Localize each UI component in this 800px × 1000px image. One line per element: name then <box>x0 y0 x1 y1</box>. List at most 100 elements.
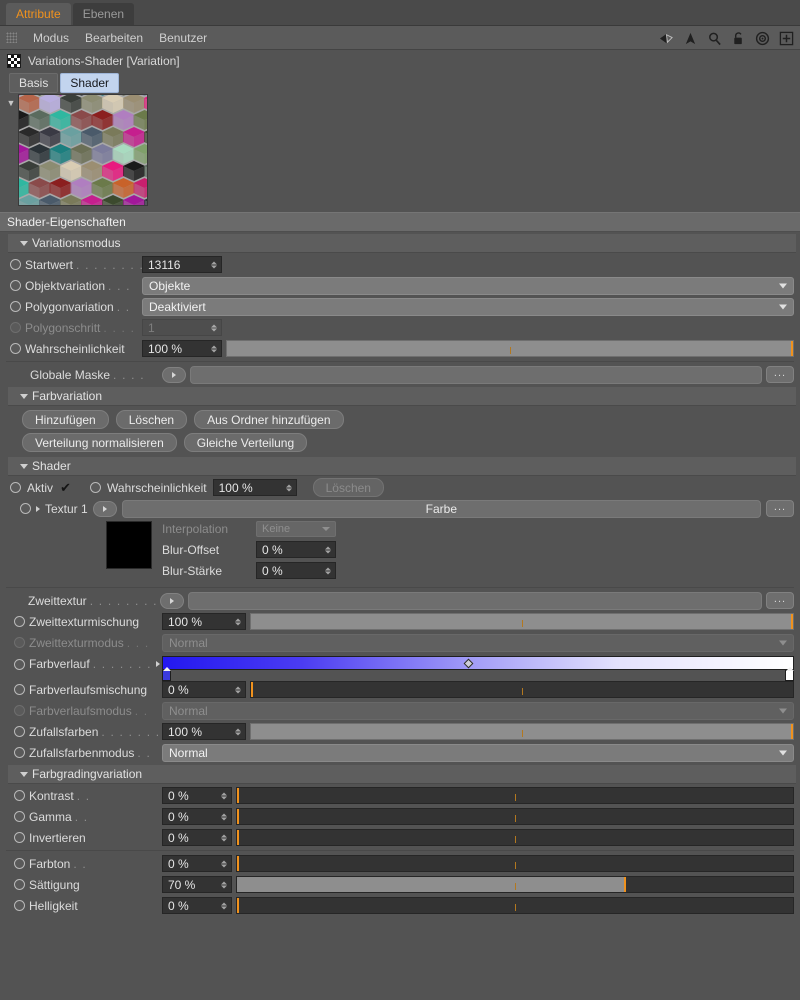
zweittextur-browse-button[interactable]: ... <box>766 592 794 609</box>
gradient-knot-end[interactable] <box>785 670 794 681</box>
grip-icon[interactable] <box>6 32 17 43</box>
objektvariation-anim-dot[interactable] <box>10 280 21 291</box>
globale-maske-browse-button[interactable]: ... <box>766 366 794 383</box>
startwert-anim-dot[interactable] <box>10 259 21 270</box>
row-blur-staerke: Blur-Stärke 0 % <box>162 562 336 579</box>
forward-arrow-icon[interactable] <box>683 31 698 46</box>
textur-field[interactable]: Farbe <box>122 500 761 518</box>
zweittexturmischung-anim-dot[interactable] <box>14 616 25 627</box>
loeschen-button[interactable]: Löschen <box>116 410 187 429</box>
back-arrow-icon[interactable] <box>659 31 674 46</box>
shader-wahrscheinlichkeit-input[interactable]: 100 % <box>213 479 297 496</box>
farbverlauf-expand-arrow-icon[interactable] <box>156 661 160 667</box>
polygonvariation-select[interactable]: Deaktiviert <box>142 298 794 316</box>
grading-value-input[interactable]: 0 % <box>162 855 232 872</box>
row-grading-gamma: Gamma. .0 % <box>0 806 800 827</box>
aus-ordner-hinzufuegen-button[interactable]: Aus Ordner hinzufügen <box>194 410 343 429</box>
row-aktiv: Aktiv ✔ Wahrscheinlichkeit 100 % Löschen <box>0 477 800 498</box>
row-polygonschritt: Polygonschritt. . . . 1 <box>0 317 800 338</box>
zufallsfarben-slider[interactable] <box>250 723 794 740</box>
farbverlaufsmischung-slider[interactable] <box>250 681 794 698</box>
farbvariation-button-row-1: Hinzufügen Löschen Aus Ordner hinzufügen <box>0 407 800 429</box>
tab-shader[interactable]: Shader <box>60 73 119 93</box>
group-shader[interactable]: Shader <box>8 457 796 476</box>
startwert-input[interactable]: 13116 <box>142 256 222 273</box>
gleiche-verteilung-button[interactable]: Gleiche Verteilung <box>184 433 307 452</box>
group-farbvariation[interactable]: Farbvariation <box>8 387 796 406</box>
textur-arrow-button[interactable] <box>93 501 117 517</box>
wahrscheinlichkeit-slider[interactable] <box>226 340 794 357</box>
plus-icon[interactable] <box>779 31 794 46</box>
tab-basis[interactable]: Basis <box>9 73 58 93</box>
lock-icon[interactable] <box>731 31 746 46</box>
grading-value-input[interactable]: 0 % <box>162 897 232 914</box>
zweittextur-arrow-button[interactable] <box>160 593 184 609</box>
textur-expand-arrow-icon[interactable] <box>36 506 40 512</box>
farbverlaufsmischung-anim-dot[interactable] <box>14 684 25 695</box>
group-label: Farbvariation <box>32 389 102 403</box>
grading-anim-dot[interactable] <box>14 879 25 890</box>
globale-maske-arrow-button[interactable] <box>162 367 186 383</box>
grading-slider[interactable] <box>236 897 794 914</box>
menu-item-benutzer[interactable]: Benutzer <box>151 31 215 45</box>
gradient-interpolation-marker[interactable] <box>464 659 474 669</box>
shader-wahrscheinlichkeit-label: Wahrscheinlichkeit <box>107 481 207 495</box>
textur-browse-button[interactable]: ... <box>766 500 794 517</box>
preview-collapse-arrow-icon[interactable]: ▼ <box>4 94 18 212</box>
zufallsfarben-anim-dot[interactable] <box>14 726 25 737</box>
verteilung-normalisieren-button[interactable]: Verteilung normalisieren <box>22 433 177 452</box>
grading-slider[interactable] <box>236 787 794 804</box>
grading-anim-dot[interactable] <box>14 811 25 822</box>
tab-attribute[interactable]: Attribute <box>6 3 71 25</box>
texture-color-swatch[interactable] <box>106 521 152 569</box>
zweittextur-field[interactable] <box>188 592 762 610</box>
grading-slider[interactable] <box>236 855 794 872</box>
farbverlauf-gradient[interactable] <box>162 656 794 677</box>
zufallsfarbenmodus-select[interactable]: Normal <box>162 744 794 762</box>
grading-slider[interactable] <box>236 829 794 846</box>
farbverlaufsmischung-input[interactable]: 0 % <box>162 681 246 698</box>
grading-value-input[interactable]: 0 % <box>162 808 232 825</box>
grading-anim-dot[interactable] <box>14 790 25 801</box>
gradient-knot-start[interactable] <box>162 670 171 681</box>
search-icon[interactable] <box>707 31 722 46</box>
group-variationsmodus[interactable]: Variationsmodus <box>8 234 796 253</box>
zufallsfarben-input[interactable]: 100 % <box>162 723 246 740</box>
hinzufuegen-button[interactable]: Hinzufügen <box>22 410 109 429</box>
sub-tab-strip: Basis Shader <box>0 72 800 94</box>
shader-preview[interactable] <box>18 94 148 206</box>
grading-value-input[interactable]: 70 % <box>162 876 232 893</box>
polygonvariation-anim-dot[interactable] <box>10 301 21 312</box>
wahrscheinlichkeit-stepper[interactable] <box>211 345 217 352</box>
grading-slider[interactable] <box>236 876 794 893</box>
aktiv-checkbox[interactable]: ✔ <box>59 481 72 494</box>
grading-anim-dot[interactable] <box>14 858 25 869</box>
grading-value-input[interactable]: 0 % <box>162 829 232 846</box>
zufallsfarbenmodus-anim-dot[interactable] <box>14 747 25 758</box>
grading-anim-dot[interactable] <box>14 900 25 911</box>
target-icon[interactable] <box>755 31 770 46</box>
shader-wahrscheinlichkeit-anim-dot[interactable] <box>90 482 101 493</box>
tab-ebenen[interactable]: Ebenen <box>73 3 134 25</box>
blur-staerke-input[interactable]: 0 % <box>256 562 336 579</box>
objektvariation-select[interactable]: Objekte <box>142 277 794 295</box>
blur-offset-input[interactable]: 0 % <box>256 541 336 558</box>
textur-anim-dot[interactable] <box>20 503 31 514</box>
gradient-bar[interactable] <box>162 656 794 670</box>
aktiv-anim-dot[interactable] <box>10 482 21 493</box>
zweittexturmischung-input[interactable]: 100 % <box>162 613 246 630</box>
grading-value-input[interactable]: 0 % <box>162 787 232 804</box>
grading-anim-dot[interactable] <box>14 832 25 843</box>
wahrscheinlichkeit-input[interactable]: 100 % <box>142 340 222 357</box>
menu-item-modus[interactable]: Modus <box>25 31 77 45</box>
wahrscheinlichkeit-anim-dot[interactable] <box>10 343 21 354</box>
menu-item-bearbeiten[interactable]: Bearbeiten <box>77 31 151 45</box>
zweittexturmodus-select: Normal <box>162 634 794 652</box>
startwert-stepper[interactable] <box>211 261 217 268</box>
globale-maske-field[interactable] <box>190 366 762 384</box>
grading-slider[interactable] <box>236 808 794 825</box>
farbverlauf-anim-dot[interactable] <box>14 659 25 670</box>
group-farbgradingvariation[interactable]: Farbgradingvariation <box>8 765 796 784</box>
zweittexturmischung-slider[interactable] <box>250 613 794 630</box>
polygonschritt-anim-dot <box>10 322 21 333</box>
